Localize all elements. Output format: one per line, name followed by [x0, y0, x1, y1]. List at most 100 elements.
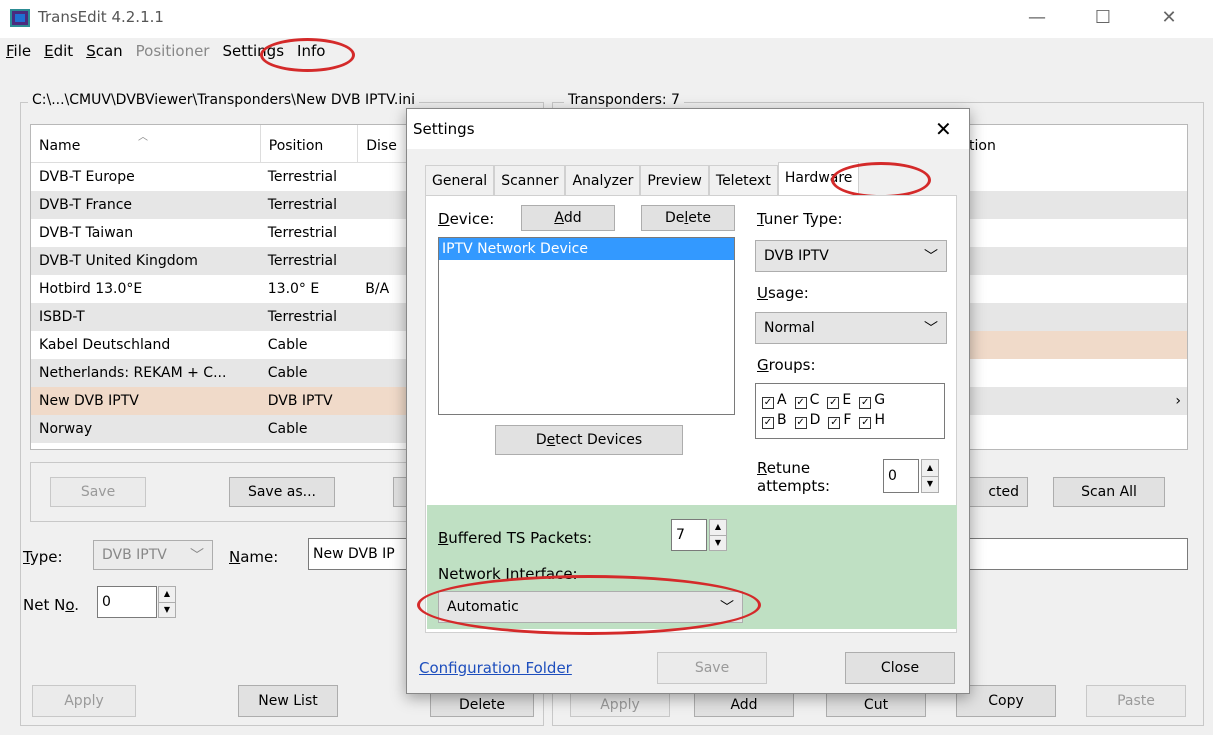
spin-down-icon[interactable]: ▼: [159, 603, 175, 618]
minimize-button[interactable]: —: [1014, 4, 1060, 32]
table-row[interactable]: ISBD-T Terrestrial: [31, 303, 409, 331]
tuner-type-select[interactable]: DVB IPTV ﹀: [755, 240, 947, 272]
table-row[interactable]: [961, 303, 1187, 331]
table-row[interactable]: Kabel Deutschland Cable: [31, 331, 409, 359]
table-header: tion: [961, 125, 1187, 163]
checkbox-checked-icon: ✓: [827, 397, 840, 409]
name-input[interactable]: New DVB IP: [308, 538, 408, 570]
spin-down-icon[interactable]: ▼: [710, 536, 726, 551]
column-header-position[interactable]: Position: [259, 125, 358, 162]
table-row[interactable]: [961, 163, 1187, 191]
table-row[interactable]: DVB-T Taiwan Terrestrial: [31, 219, 409, 247]
netno-spinner[interactable]: ▲ ▼: [158, 586, 176, 618]
group-checkbox-d[interactable]: ✓ D: [794, 412, 821, 429]
cut-button[interactable]: Cut: [826, 692, 926, 717]
tab-scanner[interactable]: Scanner: [494, 165, 566, 195]
menu-positioner[interactable]: Positioner: [136, 42, 210, 66]
right-apply-button[interactable]: Apply: [570, 692, 670, 717]
table-row[interactable]: DVB-T United Kingdom Terrestrial: [31, 247, 409, 275]
netno-input[interactable]: 0: [97, 586, 157, 618]
checkbox-checked-icon: ✓: [762, 417, 774, 429]
spin-down-icon[interactable]: ▼: [922, 477, 938, 493]
copy-button[interactable]: Copy: [956, 685, 1056, 717]
type-select[interactable]: DVB IPTV ﹀: [93, 540, 213, 570]
table-row[interactable]: [961, 247, 1187, 275]
dialog-title-bar: [407, 109, 969, 149]
tab-preview[interactable]: Preview: [640, 165, 709, 195]
cell-name: DVB-T France: [39, 197, 133, 213]
dialog-close-icon[interactable]: ✕: [935, 117, 952, 141]
delete-button[interactable]: Delete: [430, 692, 534, 717]
hardware-annotation-oval: [831, 162, 931, 198]
detect-devices-button[interactable]: De tect Devices: [495, 425, 683, 455]
buffered-ts-input[interactable]: 7: [671, 519, 707, 551]
table-row[interactable]: Hotbird 13.0°E 13.0° E B/A: [31, 275, 409, 303]
group-checkbox-c[interactable]: ✓ C: [794, 392, 820, 409]
apply-button[interactable]: Apply: [32, 685, 136, 717]
delete-device-button[interactable]: De l ete: [641, 205, 735, 231]
table-body: DVB-T Europe Terrestrial DVB-T France Terre…: [31, 163, 409, 443]
scan-selected-button[interactable]: cted: [960, 477, 1028, 507]
table-header: Name Position Dise: [31, 125, 409, 163]
group-letter: C: [809, 392, 820, 408]
spin-up-icon[interactable]: ▲: [710, 520, 726, 536]
group-letter: F: [843, 412, 852, 428]
cell-name: ISBD-T: [39, 309, 85, 325]
group-checkbox-e[interactable]: ✓ E: [827, 392, 851, 409]
configuration-folder-link[interactable]: Configuration Folder: [419, 659, 572, 677]
table-row[interactable]: DVB-T Europe Terrestrial: [31, 163, 409, 191]
table-row[interactable]: Netherlands: REKAM + C... Cable: [31, 359, 409, 387]
spin-up-icon[interactable]: ▲: [922, 460, 938, 477]
checkbox-checked-icon: ✓: [762, 397, 774, 409]
table-row[interactable]: [961, 359, 1187, 387]
group-letter: D: [809, 412, 821, 428]
add-button[interactable]: Add: [694, 692, 794, 717]
group-checkbox-g[interactable]: ✓ G: [859, 392, 885, 409]
retune-spinner[interactable]: ▲ ▼: [921, 459, 939, 493]
menu-file[interactable]: File: [6, 42, 31, 66]
table-row[interactable]: [961, 275, 1187, 303]
table-row[interactable]: [961, 331, 1187, 359]
save-button[interactable]: Save: [50, 477, 146, 507]
new-list-button[interactable]: New List: [238, 685, 338, 717]
table-row[interactable]: [961, 219, 1187, 247]
menu-scan[interactable]: Scan: [86, 42, 122, 66]
list-item[interactable]: IPTV Network Device: [439, 238, 734, 260]
table-row[interactable]: Norway Cable: [31, 415, 409, 443]
column-header-diseqc[interactable]: Dise: [357, 125, 409, 162]
scroll-right-icon[interactable]: ›: [1175, 387, 1181, 415]
tab-general[interactable]: General: [425, 165, 495, 195]
checkbox-checked-icon: ✓: [794, 397, 807, 409]
retune-input[interactable]: 0: [883, 459, 919, 493]
transponder-list-table[interactable]: Name Position Dise DVB-T Europe Terrestri…: [30, 124, 410, 450]
cell-name: Netherlands: REKAM + C...: [39, 365, 227, 381]
save-as-button[interactable]: Save as...: [229, 477, 335, 507]
tab-analyzer[interactable]: Analyzer: [565, 165, 641, 195]
horizontal-scrollbar[interactable]: ›: [961, 387, 1187, 415]
add-device-button[interactable]: Add: [521, 205, 615, 231]
tab-teletext[interactable]: Teletext: [708, 165, 778, 195]
spin-up-icon[interactable]: ▲: [159, 587, 175, 603]
device-list[interactable]: IPTV Network Device: [438, 237, 735, 415]
group-checkbox-a[interactable]: ✓ A: [762, 392, 787, 409]
dialog-save-button[interactable]: Save: [657, 652, 767, 684]
table-row[interactable]: New DVB IPTV DVB IPTV: [31, 387, 409, 415]
transponder-detail-table[interactable]: tion ›: [960, 124, 1188, 450]
close-window-button[interactable]: ✕: [1146, 4, 1192, 32]
right-text-input[interactable]: [960, 538, 1188, 570]
group-checkbox-f[interactable]: ✓ F: [828, 412, 852, 429]
table-row[interactable]: [961, 191, 1187, 219]
scan-all-button[interactable]: Scan All: [1053, 477, 1165, 507]
paste-button[interactable]: Paste: [1086, 685, 1186, 717]
window-title: TransEdit 4.2.1.1: [38, 8, 164, 26]
cell-position: 13.0° E: [267, 281, 320, 297]
maximize-button[interactable]: ☐: [1080, 4, 1126, 32]
usage-select[interactable]: Normal ﹀: [755, 312, 947, 344]
table-row[interactable]: DVB-T France Terrestrial: [31, 191, 409, 219]
buffered-ts-spinner[interactable]: ▲ ▼: [709, 519, 727, 551]
groups-row-1: ✓ A ✓ C ✓ E ✓ G: [762, 390, 938, 410]
group-checkbox-b[interactable]: ✓ B: [762, 412, 787, 429]
dialog-close-button[interactable]: Close: [845, 652, 955, 684]
menu-edit[interactable]: Edit: [44, 42, 73, 66]
group-checkbox-h[interactable]: ✓ H: [859, 412, 885, 429]
